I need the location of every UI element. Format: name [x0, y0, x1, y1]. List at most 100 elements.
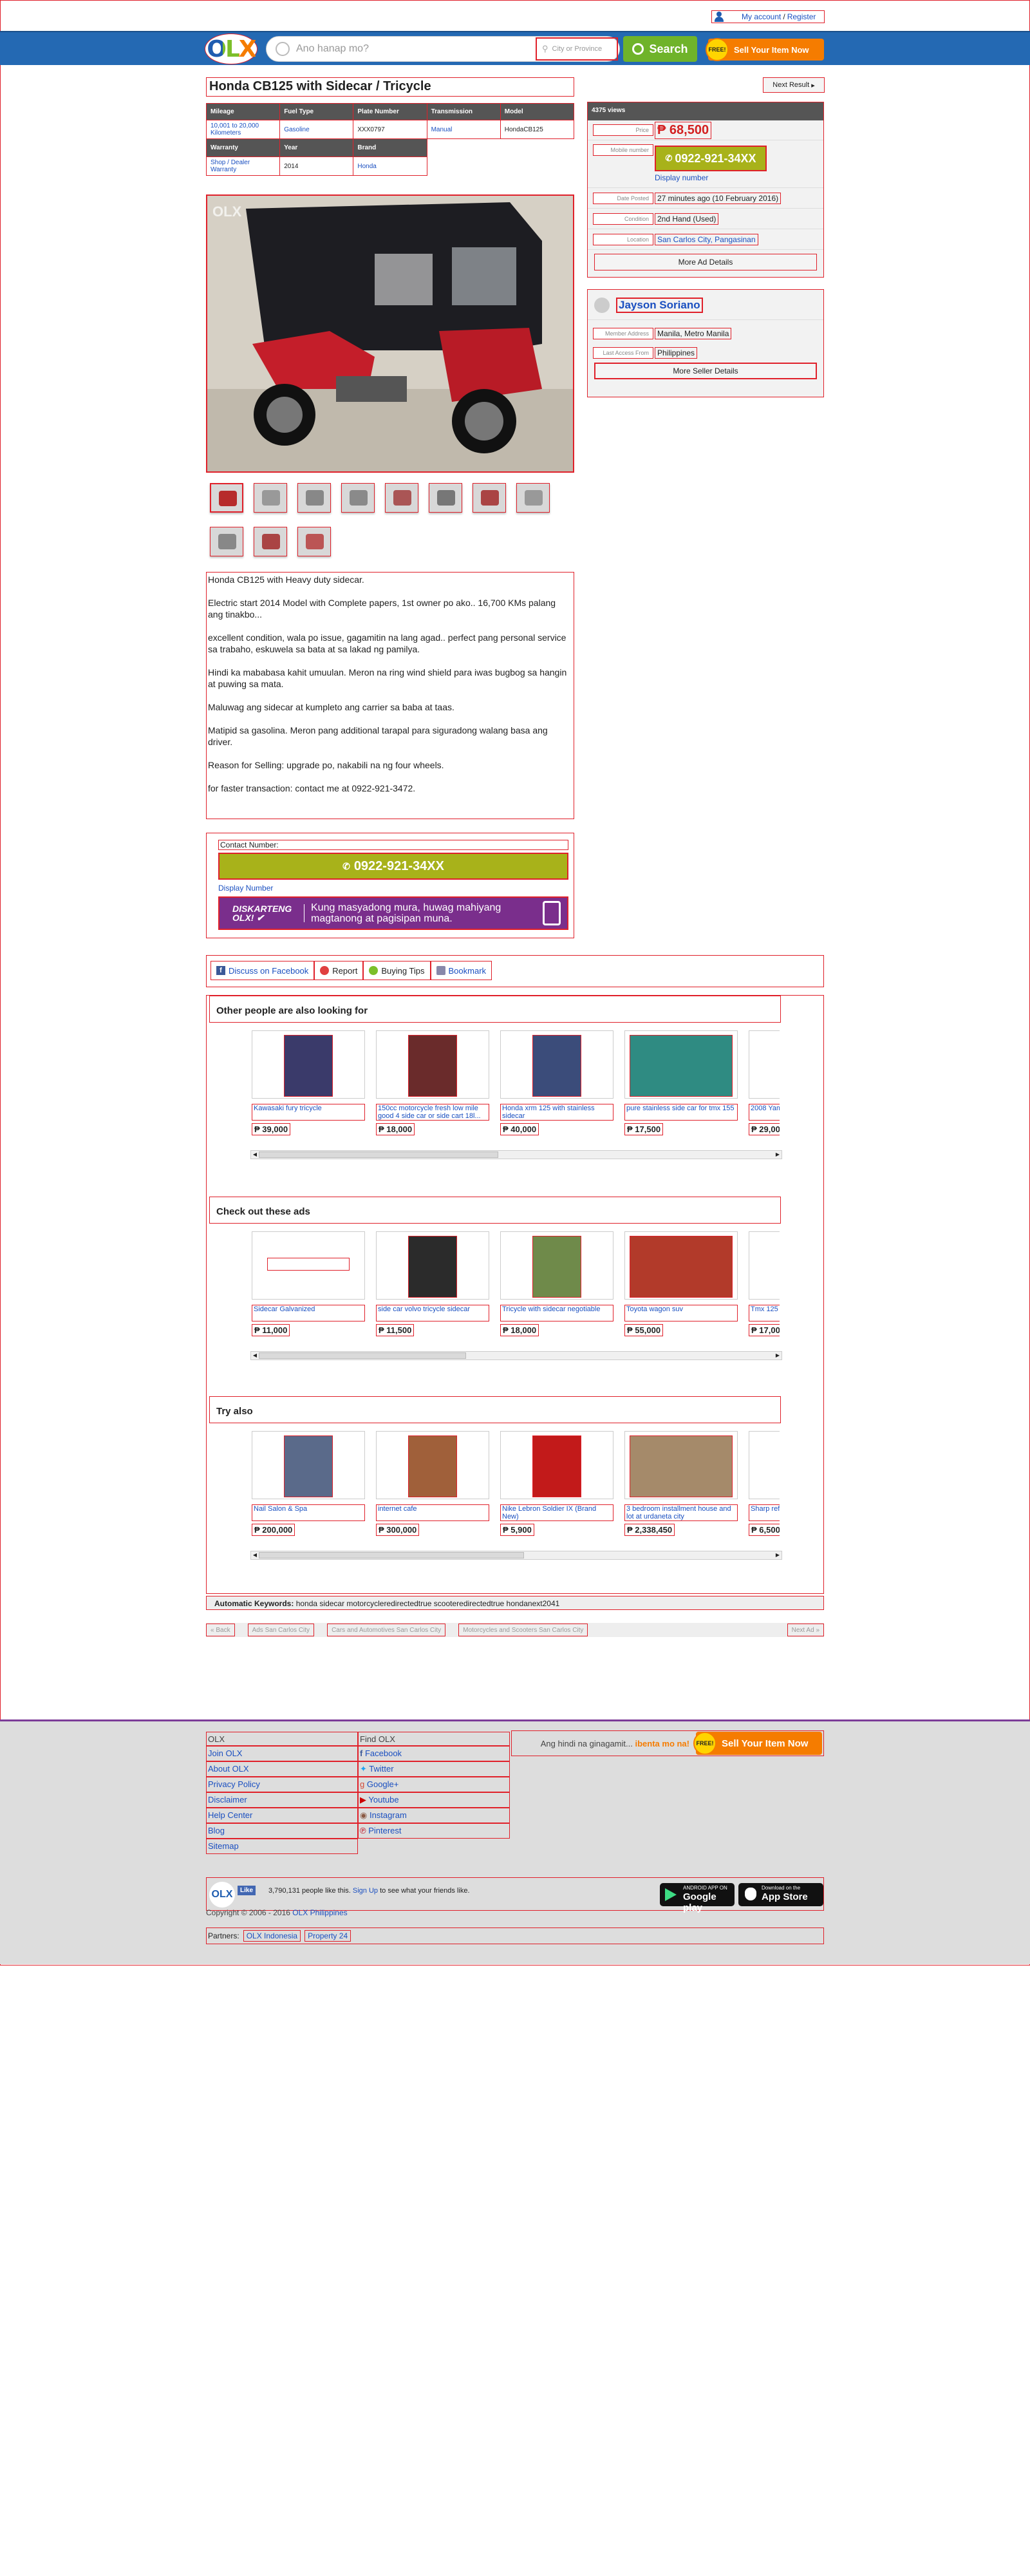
carousel-scrollbar[interactable]: ◀ ▶: [250, 1551, 782, 1560]
display-number-link[interactable]: Display number: [655, 173, 767, 182]
ad-card-image[interactable]: [252, 1030, 365, 1099]
footer-link-youtube[interactable]: ▶ Youtube: [358, 1792, 510, 1808]
scroll-right-arrow[interactable]: ▶: [774, 1551, 782, 1559]
footer-link-instagram[interactable]: ◉ Instagram: [358, 1808, 510, 1823]
photo-thumbnail[interactable]: [341, 483, 375, 513]
breadcrumb-link[interactable]: Ads San Carlos City: [247, 1624, 315, 1636]
ad-card-image[interactable]: [500, 1431, 613, 1499]
olx-logo[interactable]: OLX: [205, 33, 258, 64]
search-button[interactable]: Search: [623, 36, 697, 62]
city-input[interactable]: ⚲ City or Province: [536, 37, 618, 61]
location-value[interactable]: San Carlos City, Pangasinan: [655, 233, 758, 245]
partner-link[interactable]: Property 24: [304, 1930, 351, 1942]
footer-link[interactable]: Help Center: [206, 1808, 358, 1823]
ad-card-image[interactable]: [624, 1030, 738, 1099]
ad-card-image[interactable]: [749, 1030, 780, 1099]
ad-card-title[interactable]: side car volvo tricycle sidecar: [376, 1305, 489, 1321]
carousel-scrollbar[interactable]: ◀ ▶: [250, 1150, 782, 1159]
contact-phone-button[interactable]: ✆ 0922-921-34XX: [218, 853, 568, 880]
ad-card-image[interactable]: [749, 1431, 780, 1499]
ad-card-title[interactable]: Kawasaki fury tricycle: [252, 1104, 365, 1121]
ad-card-title[interactable]: Sidecar Galvanized: [252, 1305, 365, 1321]
ad-card[interactable]: Tmx 125 sidecar ₱ 17,000: [749, 1231, 780, 1336]
back-link[interactable]: « Back: [206, 1624, 235, 1636]
spec-value-warranty[interactable]: Shop / Dealer Warranty: [211, 159, 250, 173]
spec-value-fuel[interactable]: Gasoline: [284, 126, 309, 133]
ad-card[interactable]: Tricycle with sidecar negotiable ₱ 18,000: [500, 1231, 613, 1336]
register-link[interactable]: Register: [787, 12, 816, 21]
promo-link[interactable]: ibenta mo na!: [635, 1739, 689, 1748]
ad-card[interactable]: internet cafe ₱ 300,000: [376, 1431, 489, 1536]
footer-link-pinterest[interactable]: ℗ Pinterest: [358, 1823, 510, 1839]
ad-card-title[interactable]: Nail Salon & Spa: [252, 1504, 365, 1521]
google-play-badge[interactable]: ANDROID APP ON Google play: [660, 1883, 735, 1913]
photo-thumbnail[interactable]: [254, 527, 287, 556]
ad-card[interactable]: 150cc motorcycle fresh low mile good 4 s…: [376, 1030, 489, 1135]
footer-link[interactable]: Join OLX: [206, 1746, 358, 1761]
ad-card-image[interactable]: [376, 1030, 489, 1099]
footer-sell-button[interactable]: FREE! Sell Your Item Now: [693, 1732, 822, 1755]
bookmark-button[interactable]: Bookmark: [430, 961, 492, 980]
spec-value-brand[interactable]: Honda: [357, 163, 376, 170]
ad-card[interactable]: side car volvo tricycle sidecar ₱ 11,500: [376, 1231, 489, 1336]
photo-thumbnail[interactable]: [297, 483, 331, 513]
scroll-thumb[interactable]: [259, 1151, 498, 1158]
carousel-scrollbar[interactable]: ◀ ▶: [250, 1351, 782, 1360]
ad-card[interactable]: pure stainless side car for tmx 155 ₱ 17,…: [624, 1030, 738, 1135]
ad-card[interactable]: Nail Salon & Spa ₱ 200,000: [252, 1431, 365, 1536]
next-result-button[interactable]: Next Result ▸: [763, 77, 825, 93]
signup-link[interactable]: Sign Up: [353, 1887, 378, 1895]
footer-link[interactable]: About OLX: [206, 1761, 358, 1777]
scroll-thumb[interactable]: [259, 1352, 466, 1359]
spec-value-mileage[interactable]: 10,001 to 20,000 Kilometers: [211, 122, 259, 137]
ad-card-image[interactable]: [500, 1231, 613, 1300]
main-photo[interactable]: OLX: [206, 194, 574, 473]
breadcrumb-link[interactable]: Cars and Automotives San Carlos City: [327, 1624, 446, 1636]
footer-link[interactable]: Blog: [206, 1823, 358, 1839]
ad-card-title[interactable]: Honda xrm 125 with stainless sidecar: [500, 1104, 613, 1121]
footer-link[interactable]: Disclaimer: [206, 1792, 358, 1808]
photo-thumbnail[interactable]: [210, 527, 243, 556]
my-account-link[interactable]: My account: [742, 12, 781, 21]
more-ad-details-button[interactable]: More Ad Details: [594, 254, 817, 270]
scroll-right-arrow[interactable]: ▶: [774, 1352, 782, 1359]
ad-card-title[interactable]: internet cafe: [376, 1504, 489, 1521]
ad-card-title[interactable]: 2008 Yamaha with sidecar: [749, 1104, 780, 1121]
sell-item-button[interactable]: FREE! Sell Your Item Now: [706, 38, 824, 61]
ad-card-title[interactable]: Sharp refrigerator: [749, 1504, 780, 1521]
facebook-like-button[interactable]: Like: [238, 1886, 256, 1895]
ad-card-image[interactable]: [252, 1231, 365, 1300]
ad-card-title[interactable]: Tmx 125 sidecar: [749, 1305, 780, 1321]
scroll-left-arrow[interactable]: ◀: [251, 1151, 259, 1159]
ad-card[interactable]: Honda xrm 125 with stainless sidecar ₱ 40…: [500, 1030, 613, 1135]
buying-tips-button[interactable]: Buying Tips: [363, 961, 431, 980]
breadcrumb-link[interactable]: Motorcycles and Scooters San Carlos City: [458, 1624, 588, 1636]
photo-thumbnail[interactable]: [210, 483, 243, 513]
ad-card-title[interactable]: 3 bedroom installment house and lot at u…: [624, 1504, 738, 1521]
ad-card[interactable]: 2008 Yamaha with sidecar ₱ 29,000: [749, 1030, 780, 1135]
ad-card-title[interactable]: Toyota wagon suv: [624, 1305, 738, 1321]
ad-card[interactable]: Sidecar Galvanized ₱ 11,000: [252, 1231, 365, 1336]
search-input[interactable]: Ano hanap mo?: [296, 43, 536, 55]
footer-link[interactable]: Privacy Policy: [206, 1777, 358, 1792]
photo-thumbnail[interactable]: [473, 483, 506, 513]
ad-card[interactable]: Nike Lebron Soldier IX (Brand New) ₱ 5,90…: [500, 1431, 613, 1536]
app-store-badge[interactable]: Download on the App Store: [738, 1883, 823, 1906]
spec-value-transmission[interactable]: Manual: [431, 126, 453, 133]
display-number-link[interactable]: Display Number: [218, 884, 273, 893]
ad-card-image[interactable]: [749, 1231, 780, 1300]
partner-link[interactable]: OLX Indonesia: [243, 1930, 301, 1942]
scroll-left-arrow[interactable]: ◀: [251, 1352, 259, 1359]
footer-link[interactable]: Sitemap: [206, 1839, 358, 1854]
photo-thumbnail[interactable]: [254, 483, 287, 513]
ad-card-title[interactable]: 150cc motorcycle fresh low mile good 4 s…: [376, 1104, 489, 1121]
sidebar-phone-button[interactable]: ✆ 0922-921-34XX: [655, 146, 767, 171]
ad-card[interactable]: Sharp refrigerator ₱ 6,500: [749, 1431, 780, 1536]
photo-thumbnail[interactable]: [297, 527, 331, 556]
seller-name[interactable]: Jayson Soriano: [616, 298, 703, 313]
ad-card-image[interactable]: [376, 1431, 489, 1499]
ad-card-title[interactable]: Tricycle with sidecar negotiable: [500, 1305, 613, 1321]
ad-card-image[interactable]: [624, 1431, 738, 1499]
ad-card-image[interactable]: [624, 1231, 738, 1300]
discuss-facebook-button[interactable]: f Discuss on Facebook: [211, 961, 315, 980]
